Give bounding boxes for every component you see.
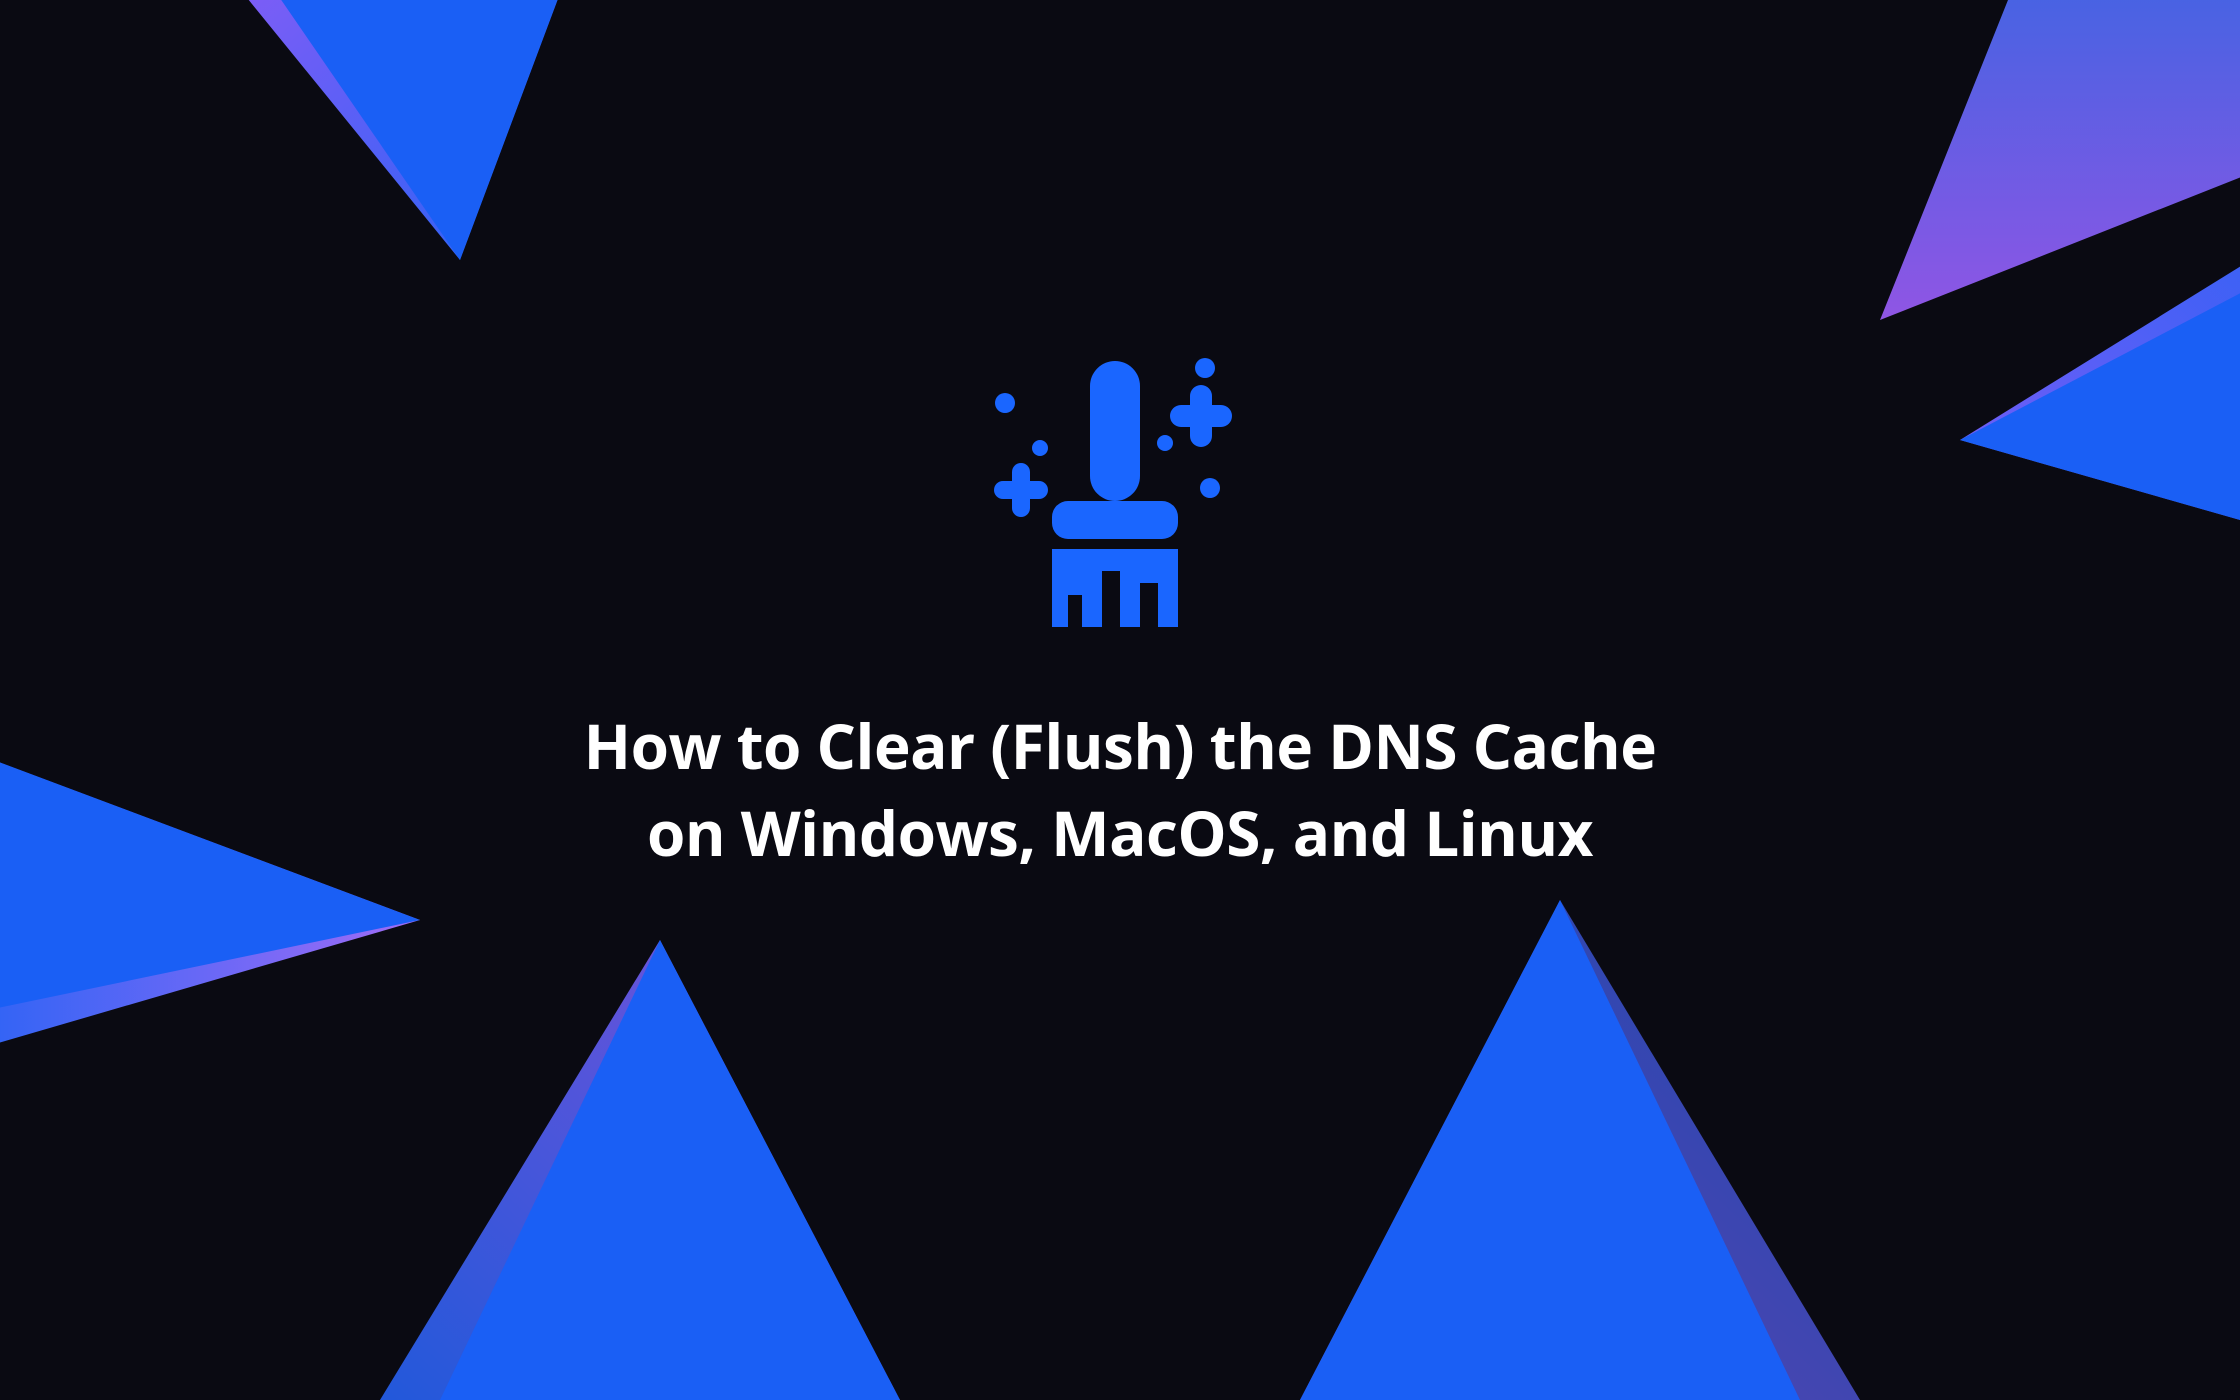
content-area: How to Clear (Flush) the DNS Cache on Wi… xyxy=(570,343,1670,877)
decorative-triangle-right xyxy=(1960,180,2240,560)
decorative-triangle-bottom-left xyxy=(0,740,420,1060)
hero-banner: How to Clear (Flush) the DNS Cache on Wi… xyxy=(0,0,2240,1260)
decorative-triangle-top-left xyxy=(200,0,600,300)
decorative-triangle-bottom-2 xyxy=(1300,900,1860,1400)
decorative-triangle-bottom-1 xyxy=(380,940,900,1400)
page-title: How to Clear (Flush) the DNS Cache on Wi… xyxy=(570,703,1670,877)
broom-clean-sparkle-icon xyxy=(960,343,1280,643)
